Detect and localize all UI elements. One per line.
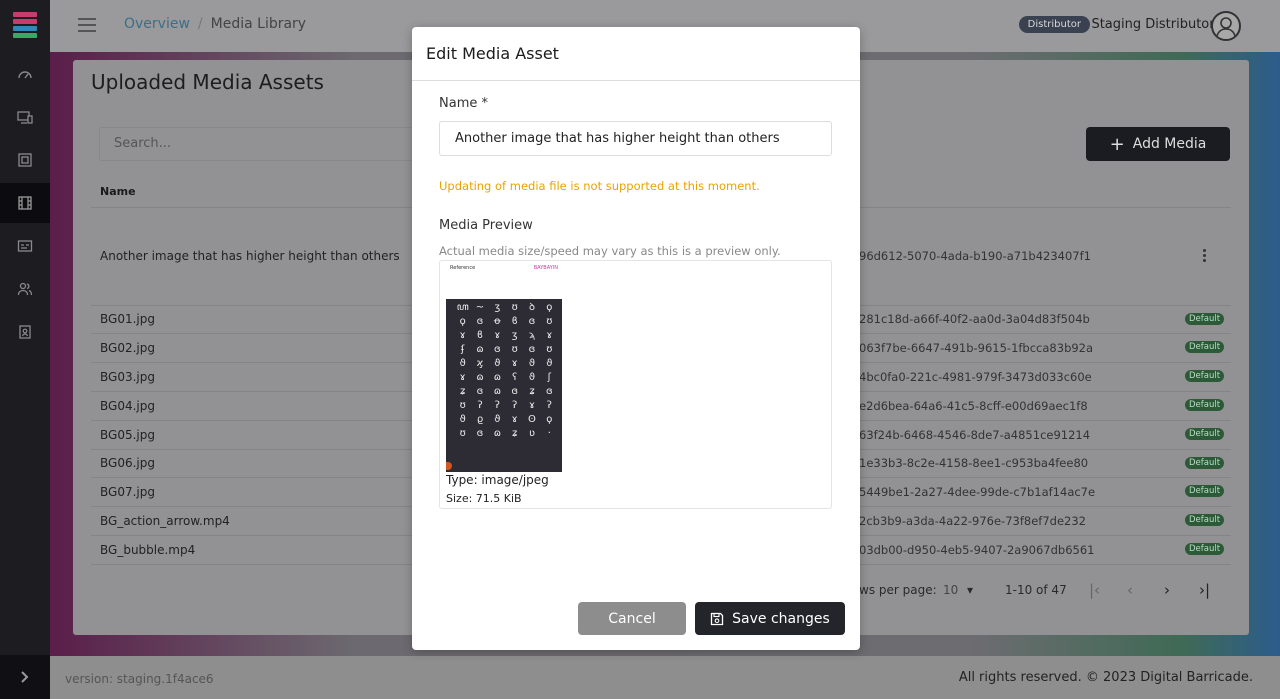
thumbnail-header: Reference BAYBAYIN: [446, 265, 562, 271]
media-type: Type: image/jpeg: [446, 473, 549, 487]
media-preview: Reference BAYBAYIN ꦲ ~ ʒ ʊ ꝺ ϙ ϙɞꝋϐɞʊ ɤϐɤʒϡɤ …: [439, 260, 832, 509]
save-changes-button[interactable]: Save changes: [695, 602, 845, 635]
preview-image: ꦲ ~ ʒ ʊ ꝺ ϙ ϙɞꝋϐɞʊ ɤϐɤʒϡɤ ʄɷɞʊɞʊ ϑϗϑɤϑϑ ɤɷɷʕϑ…: [446, 281, 562, 472]
preview-image-glyphs: ꦲ ~ ʒ ʊ ꝺ ϙ ϙɞꝋϐɞʊ ɤϐɤʒϡɤ ʄɷɞʊɞʊ ϑϗϑɤϑϑ ɤɷɷʕϑ…: [456, 302, 553, 439]
media-preview-label: Media Preview: [439, 218, 533, 233]
floppy-disk-icon: [711, 612, 724, 625]
preview-image-marker: [446, 462, 452, 470]
name-label: Name *: [439, 96, 488, 111]
media-size: Size: 71.5 KiB: [446, 492, 522, 505]
divider: [412, 80, 860, 81]
warning-text: Updating of media file is not supported …: [439, 179, 760, 193]
preview-hint: Actual media size/speed may vary as this…: [439, 244, 781, 258]
name-field[interactable]: [439, 121, 832, 156]
thumbnail-header-right: BAYBAYIN: [533, 265, 558, 271]
save-changes-label: Save changes: [732, 610, 830, 627]
thumbnail-header-left: Reference: [450, 265, 476, 271]
cancel-button[interactable]: Cancel: [578, 602, 686, 635]
dialog-title: Edit Media Asset: [426, 44, 559, 63]
edit-media-dialog: Edit Media Asset Name * Updating of medi…: [412, 27, 860, 650]
